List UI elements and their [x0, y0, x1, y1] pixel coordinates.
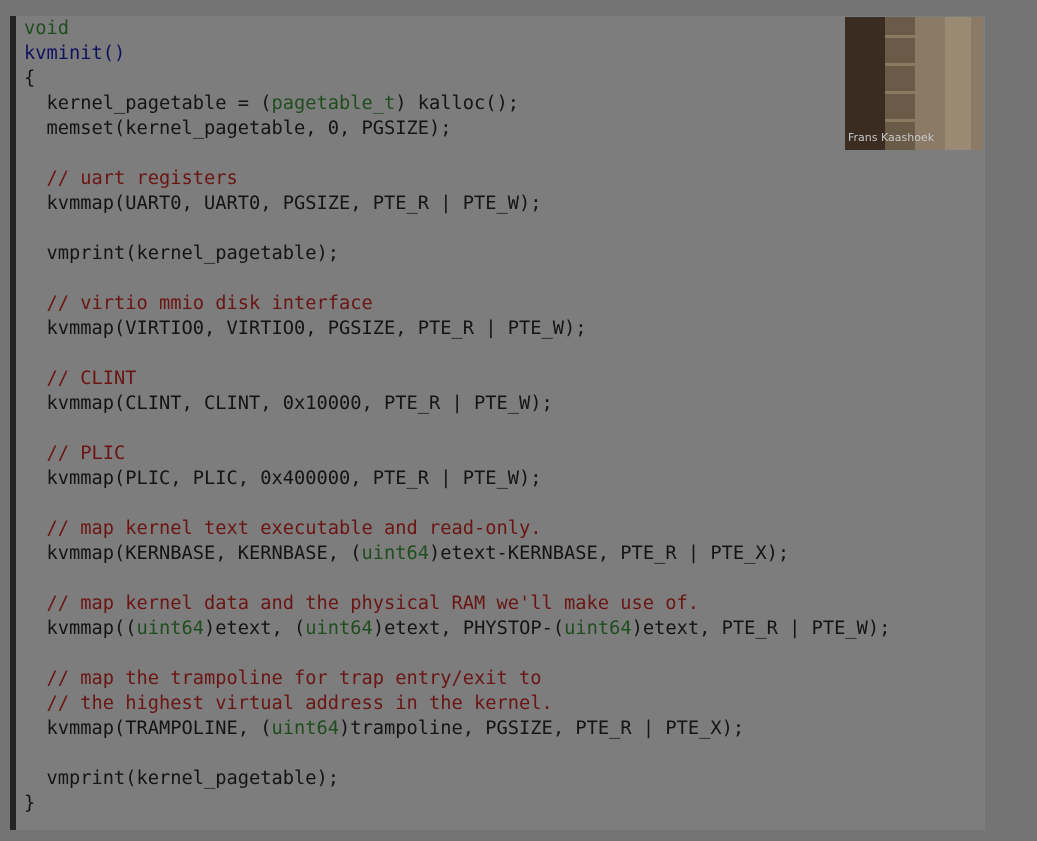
- code-line: kvmmap(KERNBASE, KERNBASE, (uint64)etext…: [24, 541, 890, 566]
- code-text: )etext, PHYSTOP-(: [372, 618, 565, 639]
- code-line: kernel_pagetable = (pagetable_t) kalloc(…: [24, 91, 890, 116]
- code-line: // map kernel text executable and read-o…: [24, 516, 890, 541]
- participant-name-label: Frans Kaashoek: [848, 131, 935, 144]
- code-text: kvmmap(KERNBASE, KERNBASE, (: [24, 543, 362, 564]
- code-text: kvmmap(UART0, UART0, PGSIZE, PTE_R | PTE…: [24, 193, 542, 214]
- code-line: // the highest virtual address in the ke…: [24, 691, 890, 716]
- code-line: // CLINT: [24, 366, 890, 391]
- code-line: // virtio mmio disk interface: [24, 291, 890, 316]
- code-comment: // map kernel data and the physical RAM …: [24, 593, 700, 614]
- code-type: uint64: [564, 618, 632, 639]
- code-function-name: kvminit: [24, 43, 103, 64]
- code-comment: // CLINT: [24, 368, 137, 389]
- code-line: kvmmap(VIRTIO0, VIRTIO0, PGSIZE, PTE_R |…: [24, 316, 890, 341]
- code-type: uint64: [136, 618, 205, 639]
- code-text: memset(kernel_pagetable, 0, PGSIZE);: [24, 118, 452, 139]
- code-panel: void kvminit(){ kernel_pagetable = (paget…: [10, 16, 985, 830]
- code-text: kernel_pagetable = (: [24, 93, 272, 114]
- code-line: kvminit(): [24, 41, 890, 66]
- code-line: memset(kernel_pagetable, 0, PGSIZE);: [24, 116, 890, 141]
- code-text: vmprint(kernel_pagetable);: [24, 243, 340, 264]
- code-type: pagetable_t: [271, 93, 396, 114]
- code-line: // PLIC: [24, 441, 890, 466]
- code-text: ) kalloc();: [395, 93, 520, 114]
- video-door: [945, 17, 971, 150]
- code-listing: void kvminit(){ kernel_pagetable = (paget…: [24, 16, 890, 816]
- code-type: uint64: [361, 543, 430, 564]
- code-comment: // PLIC: [24, 443, 126, 464]
- code-line: kvmmap(UART0, UART0, PGSIZE, PTE_R | PTE…: [24, 191, 890, 216]
- code-line: // map kernel data and the physical RAM …: [24, 591, 890, 616]
- code-line: // map the trampoline for trap entry/exi…: [24, 666, 890, 691]
- code-text: }: [24, 793, 36, 814]
- code-type: uint64: [305, 618, 373, 639]
- code-text: kvmmap(VIRTIO0, VIRTIO0, PGSIZE, PTE_R |…: [24, 318, 587, 339]
- code-line: // uart registers: [24, 166, 890, 191]
- code-text: )etext, PTE_R | PTE_W);: [631, 618, 891, 639]
- code-text: kvmmap((: [24, 618, 137, 639]
- code-text: )etext, (: [204, 618, 306, 639]
- code-comment: // map kernel text executable and read-o…: [24, 518, 542, 539]
- code-line: kvmmap(TRAMPOLINE, (uint64)trampoline, P…: [24, 716, 890, 741]
- code-text: kvmmap(CLINT, CLINT, 0x10000, PTE_R | PT…: [24, 393, 553, 414]
- participant-video-tile[interactable]: Frans Kaashoek: [845, 17, 983, 150]
- code-line: kvmmap(CLINT, CLINT, 0x10000, PTE_R | PT…: [24, 391, 890, 416]
- code-text: kvmmap(TRAMPOLINE, (: [24, 718, 272, 739]
- code-text: )etext-KERNBASE, PTE_R | PTE_X);: [429, 543, 790, 564]
- code-line: }: [24, 791, 890, 816]
- code-line: kvmmap(PLIC, PLIC, 0x400000, PTE_R | PTE…: [24, 466, 890, 491]
- code-line: kvmmap((uint64)etext, (uint64)etext, PHY…: [24, 616, 891, 641]
- code-text: )trampoline, PGSIZE, PTE_R | PTE_X);: [339, 718, 745, 739]
- code-line: vmprint(kernel_pagetable);: [24, 241, 890, 266]
- code-line: {: [24, 66, 890, 91]
- code-text: vmprint(kernel_pagetable);: [24, 768, 340, 789]
- code-comment: // uart registers: [24, 168, 238, 189]
- code-comment: // the highest virtual address in the ke…: [24, 693, 553, 714]
- code-comment: // virtio mmio disk interface: [24, 293, 373, 314]
- code-type: uint64: [271, 718, 340, 739]
- code-line: void: [24, 16, 890, 41]
- code-text: {: [24, 68, 36, 89]
- code-keyword: void: [24, 18, 70, 39]
- code-function-name: (): [102, 43, 126, 64]
- code-text: kvmmap(PLIC, PLIC, 0x400000, PTE_R | PTE…: [24, 468, 542, 489]
- code-comment: // map the trampoline for trap entry/exi…: [24, 668, 542, 689]
- code-line: vmprint(kernel_pagetable);: [24, 766, 890, 791]
